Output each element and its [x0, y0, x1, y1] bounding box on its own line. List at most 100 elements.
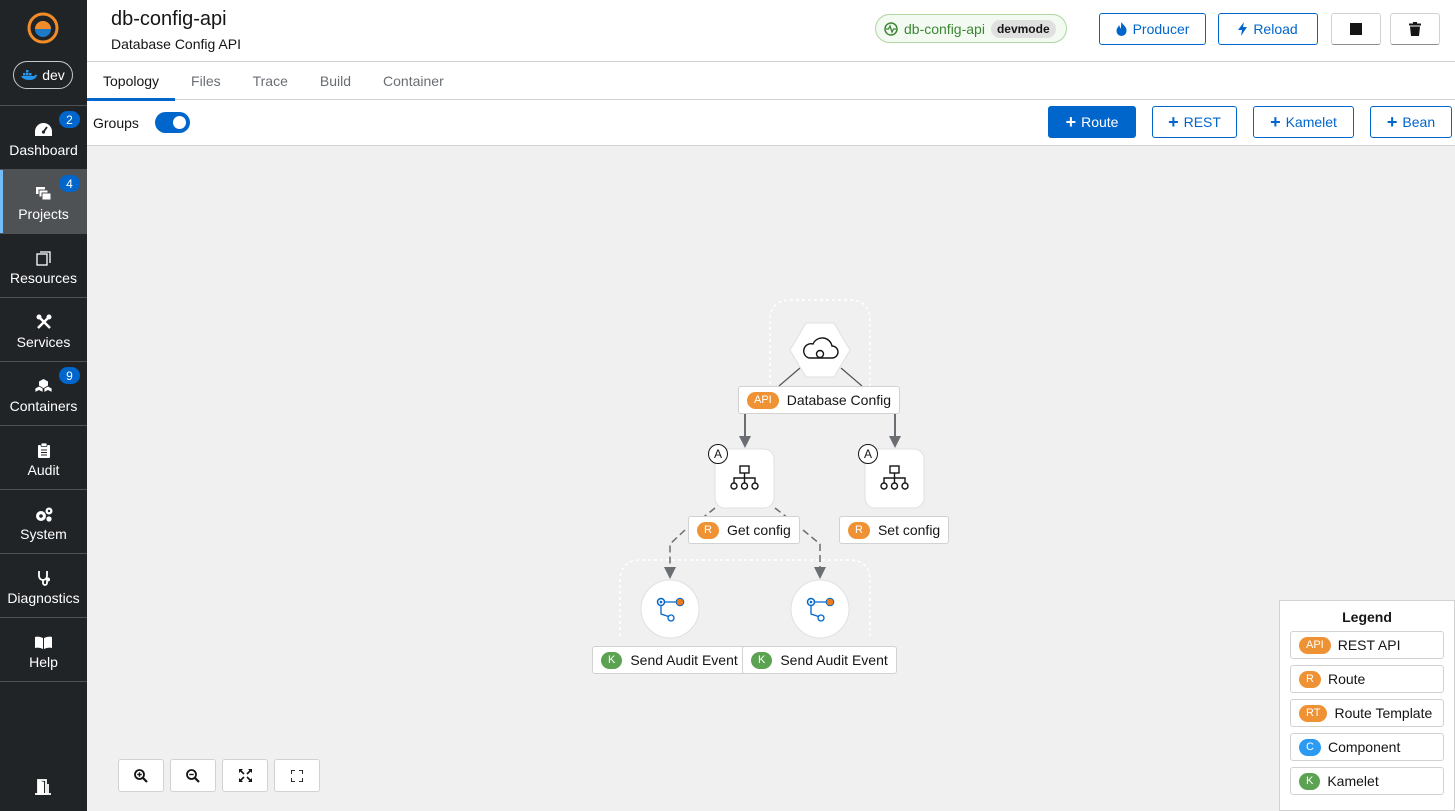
producer-button-label: Producer: [1132, 21, 1190, 37]
book-icon: [35, 633, 53, 651]
tab-container[interactable]: Container: [367, 62, 460, 100]
add-rest-label: REST: [1183, 114, 1221, 130]
zoom-out-button[interactable]: [170, 759, 216, 792]
audit-icon: [35, 441, 53, 459]
route-set-config-label[interactable]: R Set config: [839, 516, 950, 544]
add-route-button[interactable]: + Route: [1048, 106, 1136, 138]
groups-label: Groups: [93, 115, 139, 131]
topology-graph: [619, 299, 925, 639]
api-edge-right: [840, 367, 863, 387]
arrowhead-set-config: [889, 436, 901, 448]
sidebar-item-label: Audit: [27, 462, 60, 478]
services-icon: [35, 313, 53, 331]
kamelet-2-label[interactable]: K Send Audit Event: [742, 646, 897, 674]
sidebar-item-diagnostics[interactable]: Diagnostics: [0, 554, 87, 618]
add-bean-button[interactable]: + Bean: [1370, 106, 1452, 138]
reload-button[interactable]: Reload: [1218, 13, 1318, 45]
projects-icon: [35, 185, 53, 203]
sidebar-item-label: Resources: [10, 270, 77, 286]
legend-badge: K: [1299, 772, 1321, 790]
producer-button[interactable]: Producer: [1099, 13, 1206, 45]
api-edge-left: [778, 367, 801, 387]
dashboard-icon: [35, 121, 53, 139]
route-get-config-label[interactable]: R Get config: [688, 516, 800, 544]
legend-panel: Legend API REST API R Route RT Route Tem…: [1279, 600, 1455, 811]
logout-icon: [34, 779, 51, 795]
environment-selector[interactable]: dev: [13, 61, 73, 89]
sidebar-item-resources[interactable]: Resources: [0, 234, 87, 298]
legend-badge: R: [1299, 670, 1321, 688]
plus-icon: +: [1270, 112, 1281, 132]
stethoscope-icon: [35, 569, 53, 587]
project-tabs: Topology Files Trace Build Container: [87, 62, 1455, 101]
logout-button[interactable]: [0, 779, 87, 795]
kamelet-node-2[interactable]: [790, 579, 850, 639]
sidebar-item-label: Services: [16, 334, 71, 350]
add-rest-button[interactable]: + REST: [1152, 106, 1237, 138]
api-node-label[interactable]: API Database Config: [738, 386, 901, 414]
project-status-badge[interactable]: db-config-api devmode: [875, 14, 1067, 43]
route-name: Set config: [877, 522, 941, 538]
tab-topology[interactable]: Topology: [87, 62, 176, 101]
zoom-in-button[interactable]: [118, 759, 164, 792]
dashboard-count-badge: 2: [59, 111, 80, 128]
expand-icon: [291, 769, 303, 782]
zoom-controls: [118, 759, 320, 792]
arrowhead-kamelet-2: [814, 567, 826, 579]
plus-icon: +: [1386, 112, 1398, 132]
sidebar-item-services[interactable]: Services: [0, 298, 87, 362]
docker-icon: [21, 70, 38, 80]
kamelet-1-label[interactable]: K Send Audit Event: [592, 646, 747, 674]
sidebar-item-audit[interactable]: Audit: [0, 426, 87, 490]
kamelet-node-1[interactable]: [640, 579, 700, 639]
legend-badge: C: [1299, 738, 1321, 756]
environment-label: dev: [42, 67, 65, 83]
reset-view-button[interactable]: [274, 759, 320, 792]
kamelet-name: Send Audit Event: [630, 652, 738, 668]
zoom-in-icon: [134, 768, 148, 783]
arrowhead-get-config: [739, 436, 751, 448]
page-subtitle: Database Config API: [111, 36, 241, 52]
groups-toggle[interactable]: [155, 112, 190, 133]
fit-to-screen-button[interactable]: [222, 759, 268, 792]
expand-arrows-icon: [238, 769, 252, 782]
sidebar-item-label: System: [20, 526, 67, 542]
tab-files[interactable]: Files: [175, 62, 237, 100]
legend-item-component: C Component: [1290, 733, 1444, 761]
plus-icon: +: [1065, 112, 1077, 132]
delete-button[interactable]: [1390, 13, 1440, 45]
auto-start-marker: A: [858, 444, 878, 464]
topology-canvas[interactable]: API Database Config A A R Get config R S…: [87, 146, 1455, 811]
legend-item-kamelet: K Kamelet: [1290, 767, 1444, 795]
legend-label: Component: [1327, 739, 1401, 755]
page-title: db-config-api: [111, 8, 227, 30]
route-type-badge: R: [848, 521, 870, 539]
sidebar-item-label: Projects: [18, 206, 69, 222]
api-node-name: Database Config: [786, 392, 892, 408]
sidebar-item-help[interactable]: Help: [0, 618, 87, 682]
route-name: Get config: [726, 522, 791, 538]
logo-area: dev: [0, 0, 87, 106]
tab-trace[interactable]: Trace: [237, 62, 304, 100]
fire-icon: [1116, 22, 1127, 36]
stop-button[interactable]: [1331, 13, 1381, 45]
add-kamelet-button[interactable]: + Kamelet: [1253, 106, 1354, 138]
sidebar-item-containers[interactable]: 9 Containers: [0, 362, 87, 426]
legend-title: Legend: [1342, 609, 1392, 625]
sidebar-item-projects[interactable]: 4 Projects: [0, 170, 87, 234]
resources-icon: [35, 249, 53, 267]
zoom-out-icon: [186, 768, 200, 783]
devmode-badge: devmode: [990, 19, 1056, 38]
app-logo: [27, 12, 59, 44]
sidebar-item-system[interactable]: System: [0, 490, 87, 554]
tab-build[interactable]: Build: [304, 62, 367, 100]
sidebar-item-dashboard[interactable]: 2 Dashboard: [0, 106, 87, 170]
auto-start-marker: A: [708, 444, 728, 464]
legend-label: REST API: [1337, 637, 1401, 653]
kamelet-type-badge: K: [751, 651, 773, 669]
legend-item-route: R Route: [1290, 665, 1444, 693]
arrowhead-kamelet-1: [664, 567, 676, 579]
plus-icon: +: [1168, 112, 1179, 132]
route-type-badge: R: [697, 521, 719, 539]
legend-item-route-template: RT Route Template: [1290, 699, 1444, 727]
